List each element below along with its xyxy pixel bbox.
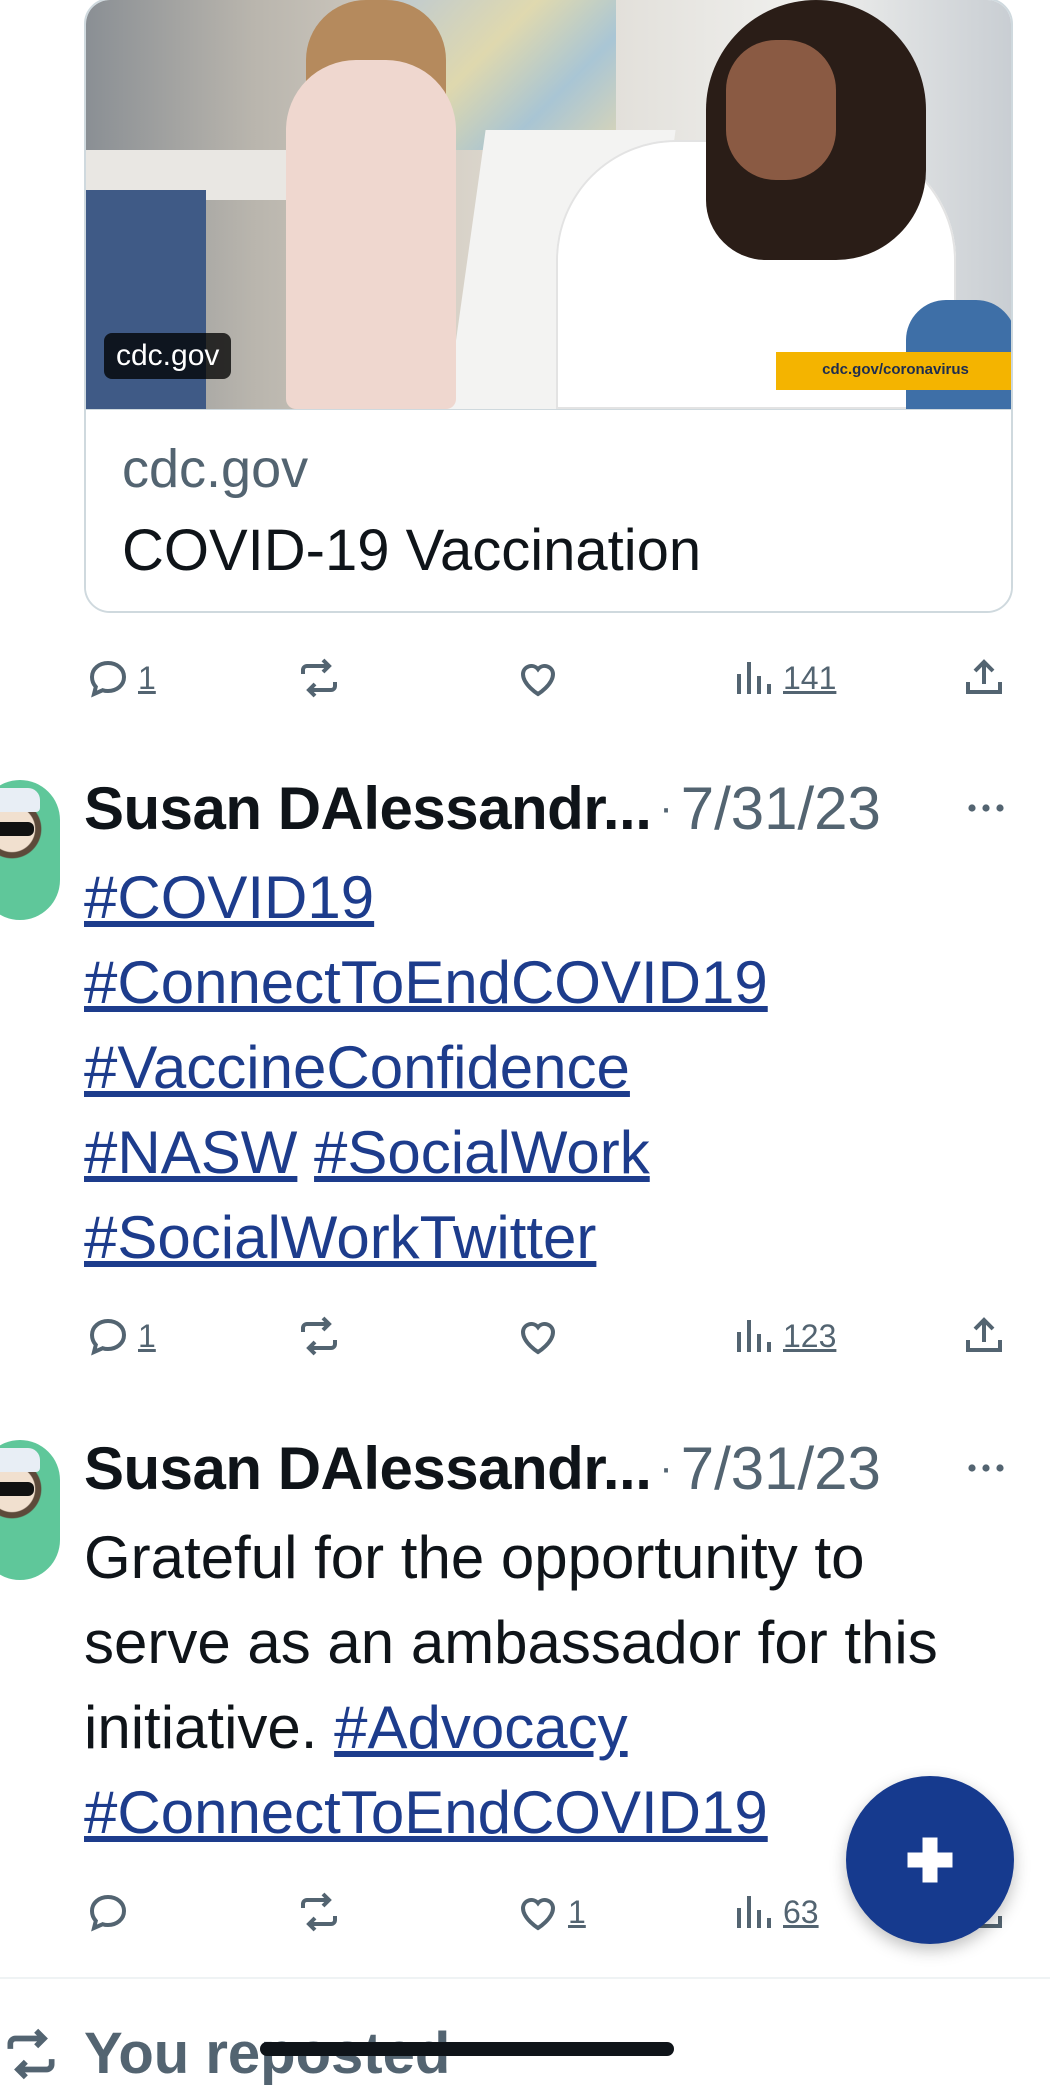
- views-icon: [737, 1896, 771, 1928]
- author-name[interactable]: Susan DAlessandr...: [84, 1434, 652, 1503]
- tweet-date[interactable]: 7/31/23: [681, 1434, 881, 1503]
- like-count: 1: [568, 1893, 586, 1930]
- link-card[interactable]: cdc.gov/coronavirus cdc.gov cdc.gov COVI…: [84, 0, 1013, 613]
- views-count: 63: [783, 1893, 819, 1930]
- action-bar: 1 123: [84, 1306, 1014, 1366]
- hashtag-link[interactable]: #SocialWorkTwitter: [84, 1204, 596, 1271]
- link-card-image: cdc.gov/coronavirus cdc.gov: [86, 0, 1011, 409]
- more-button[interactable]: [958, 780, 1014, 836]
- compose-button[interactable]: [846, 1776, 1014, 1944]
- reply-count: 1: [138, 659, 156, 696]
- hashtag-link[interactable]: #COVID19: [84, 864, 374, 931]
- views-button[interactable]: 141: [729, 648, 836, 708]
- share-icon: [966, 1317, 1002, 1352]
- plus-icon: [907, 1837, 953, 1883]
- more-icon: [968, 1464, 1004, 1472]
- reply-icon: [89, 1318, 127, 1356]
- tweet-text: #COVID19 #ConnectToEndCOVID19 #VaccineCo…: [84, 855, 1014, 1280]
- separator-dot: ·: [659, 1445, 673, 1490]
- reply-button[interactable]: [84, 1882, 132, 1942]
- reply-count: 1: [138, 1317, 156, 1354]
- repost-button[interactable]: [295, 1882, 343, 1942]
- share-button[interactable]: [960, 1306, 1008, 1366]
- link-card-text: cdc.gov COVID-19 Vaccination: [86, 409, 1011, 611]
- views-count: 141: [783, 659, 837, 696]
- hashtag-link[interactable]: #Advocacy: [334, 1694, 628, 1761]
- image-stripe-text: cdc.gov/coronavirus: [822, 361, 969, 378]
- hashtag-link[interactable]: #VaccineConfidence: [84, 1034, 630, 1101]
- tweet-text: Grateful for the opportunity to serve as…: [84, 1515, 984, 1855]
- views-button[interactable]: 63: [729, 1882, 819, 1942]
- heart-icon: [520, 664, 556, 697]
- link-card-domain: cdc.gov: [122, 439, 309, 499]
- share-icon: [966, 659, 1002, 694]
- image-patient: [286, 60, 456, 409]
- views-icon: [737, 662, 771, 694]
- author-name[interactable]: Susan DAlessandr...: [84, 774, 652, 843]
- link-card-title: COVID-19 Vaccination: [122, 518, 702, 583]
- more-icon: [968, 804, 1004, 812]
- like-button[interactable]: [514, 648, 562, 708]
- tweet-date[interactable]: 7/31/23: [681, 774, 881, 843]
- image-stripe: cdc.gov/coronavirus: [776, 352, 1011, 390]
- reply-button[interactable]: 1: [84, 1306, 156, 1366]
- hashtag-link[interactable]: #SocialWork: [314, 1119, 650, 1186]
- repost-button[interactable]: [295, 1306, 343, 1366]
- repost-icon: [7, 2028, 55, 2079]
- reply-icon: [89, 1894, 127, 1932]
- image-domain-badge: cdc.gov: [104, 333, 232, 379]
- repost-icon: [301, 658, 337, 698]
- hashtag-link[interactable]: #ConnectToEndCOVID19: [84, 949, 768, 1016]
- like-button[interactable]: 1: [514, 1882, 586, 1942]
- like-button[interactable]: [514, 1306, 562, 1366]
- reply-icon: [89, 660, 127, 698]
- views-count: 123: [783, 1317, 837, 1354]
- reply-button[interactable]: 1: [84, 648, 156, 708]
- views-icon: [737, 1320, 771, 1352]
- avatar[interactable]: [0, 1440, 60, 1580]
- image-nurse-face: [726, 40, 836, 180]
- heart-icon: [520, 1898, 556, 1931]
- action-bar: 1 141: [84, 648, 1014, 708]
- tweet-header: Susan DAlessandr... · 7/31/23: [84, 770, 1014, 846]
- repost-icon: [301, 1892, 337, 1932]
- avatar[interactable]: [0, 780, 60, 920]
- repost-icon: [301, 1316, 337, 1356]
- tweet-header: Susan DAlessandr... · 7/31/23: [84, 1430, 1014, 1506]
- divider: [0, 1977, 1050, 1979]
- repost-button[interactable]: [295, 648, 343, 708]
- views-button[interactable]: 123: [729, 1306, 836, 1366]
- more-button[interactable]: [958, 1440, 1014, 1496]
- home-indicator[interactable]: [260, 2042, 674, 2056]
- share-button[interactable]: [960, 648, 1008, 708]
- hashtag-link[interactable]: #ConnectToEndCOVID19: [84, 1779, 768, 1846]
- heart-icon: [520, 1322, 556, 1355]
- hashtag-link[interactable]: #NASW: [84, 1119, 297, 1186]
- separator-dot: ·: [659, 785, 673, 830]
